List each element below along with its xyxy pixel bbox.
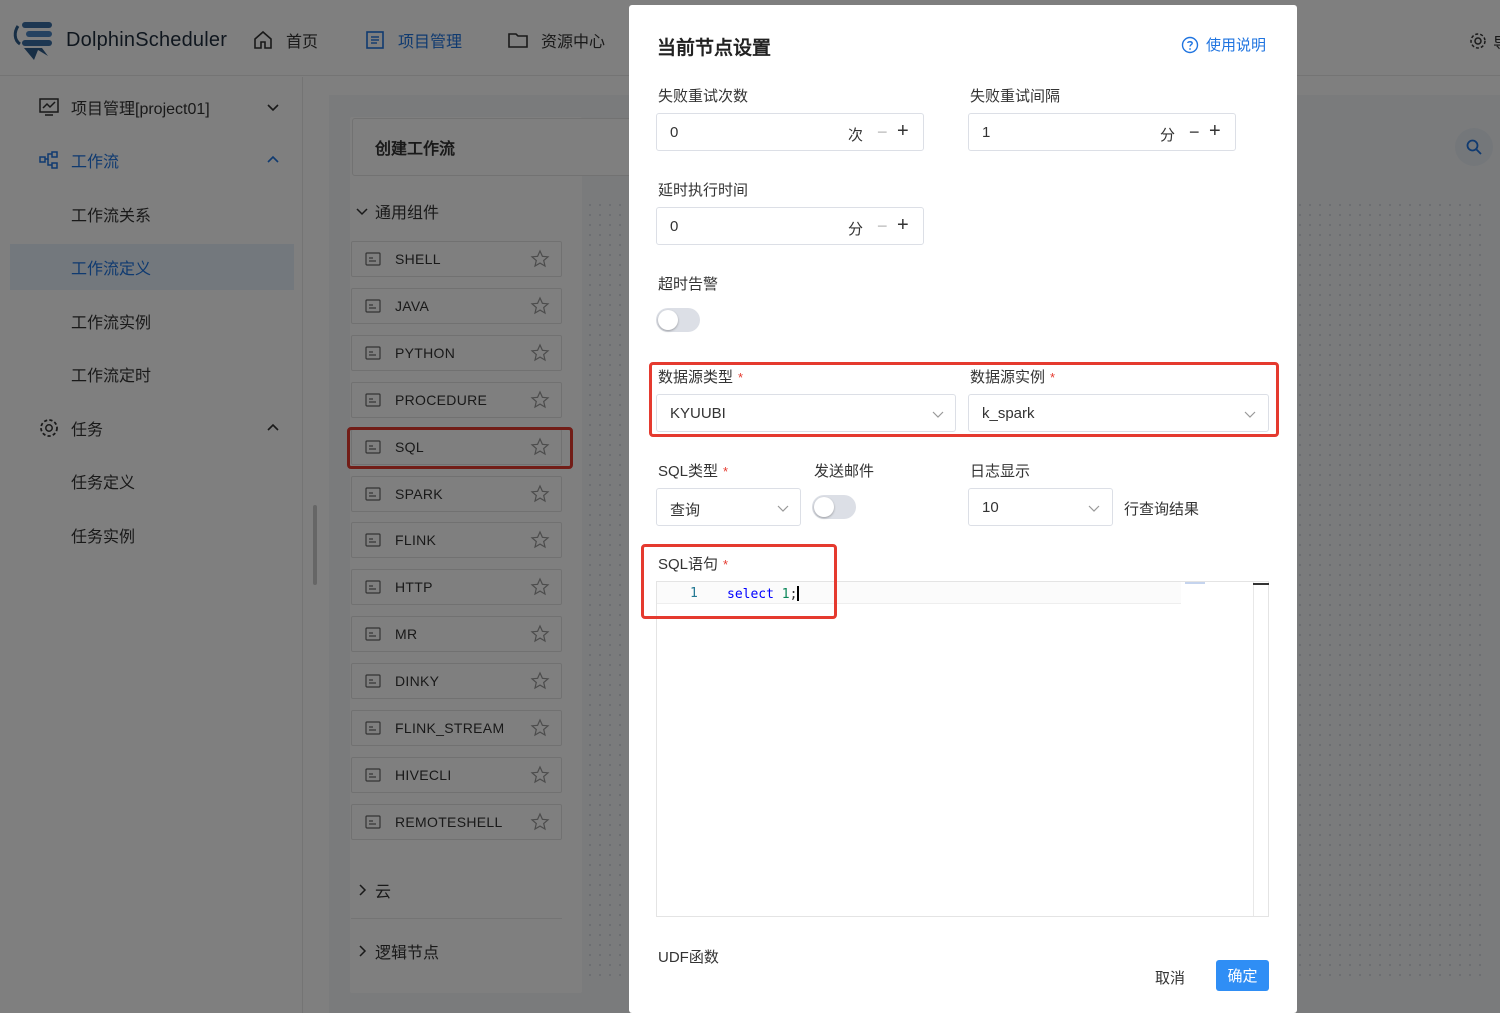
timeout-alarm-switch[interactable] (656, 308, 700, 332)
decrement-button[interactable]: − (877, 216, 888, 237)
retry-times-input[interactable]: 0 次 − + (656, 113, 924, 151)
usage-help-label: 使用说明 (1206, 37, 1267, 54)
retry-times-label: 失败重试次数 (658, 88, 749, 105)
switch-knob (814, 497, 834, 517)
chevron-down-icon (777, 505, 789, 512)
send-mail-label: 发送邮件 (814, 463, 875, 480)
editor-minimap-marker (1185, 582, 1205, 584)
node-settings-modal: 当前节点设置 使用说明 失败重试次数 0 次 − + 失败重试间隔 1 分 − … (629, 5, 1297, 1013)
question-circle-icon (1181, 36, 1199, 53)
decrement-button[interactable]: − (877, 122, 888, 143)
increment-button[interactable]: + (897, 120, 909, 143)
editor-overview-ruler (1253, 583, 1269, 585)
sql-statement-highlight (641, 544, 837, 619)
sql-editor[interactable]: 1 select 1; (656, 581, 1269, 917)
log-display-select[interactable]: 10 (968, 488, 1113, 526)
chevron-down-icon (1088, 505, 1100, 512)
log-display-value: 10 (982, 499, 999, 516)
delay-time-label: 延时执行时间 (658, 182, 749, 199)
delay-time-value: 0 (670, 218, 679, 235)
delay-time-unit: 分 (848, 221, 864, 238)
increment-button[interactable]: + (1209, 120, 1221, 143)
delay-time-input[interactable]: 0 分 − + (656, 207, 924, 245)
confirm-button[interactable]: 确定 (1216, 960, 1269, 991)
required-mark: * (723, 464, 729, 479)
log-display-suffix: 行查询结果 (1124, 501, 1200, 518)
cancel-button[interactable]: 取消 (1148, 962, 1192, 992)
switch-knob (658, 310, 678, 330)
decrement-button[interactable]: − (1189, 122, 1200, 143)
send-mail-switch[interactable] (812, 495, 856, 519)
editor-scrollbar[interactable] (1253, 582, 1254, 916)
increment-button[interactable]: + (897, 214, 909, 237)
retry-times-value: 0 (670, 124, 679, 141)
sql-type-label: SQL类型 * (658, 460, 728, 481)
sql-type-text: SQL类型 (658, 463, 719, 480)
modal-title: 当前节点设置 (657, 38, 772, 59)
retry-interval-label: 失败重试间隔 (970, 88, 1061, 105)
retry-interval-input[interactable]: 1 分 − + (968, 113, 1236, 151)
retry-interval-value: 1 (982, 124, 991, 141)
timeout-alarm-label: 超时告警 (658, 276, 719, 293)
retry-times-unit: 次 (848, 127, 864, 144)
udf-label: UDF函数 (658, 949, 719, 966)
retry-interval-unit: 分 (1160, 127, 1176, 144)
log-display-label: 日志显示 (970, 463, 1031, 480)
sql-type-select[interactable]: 查询 (656, 488, 801, 526)
sql-type-value: 查询 (670, 502, 701, 519)
usage-help-link[interactable]: 使用说明 (1181, 34, 1266, 55)
datasource-highlight (649, 362, 1279, 437)
